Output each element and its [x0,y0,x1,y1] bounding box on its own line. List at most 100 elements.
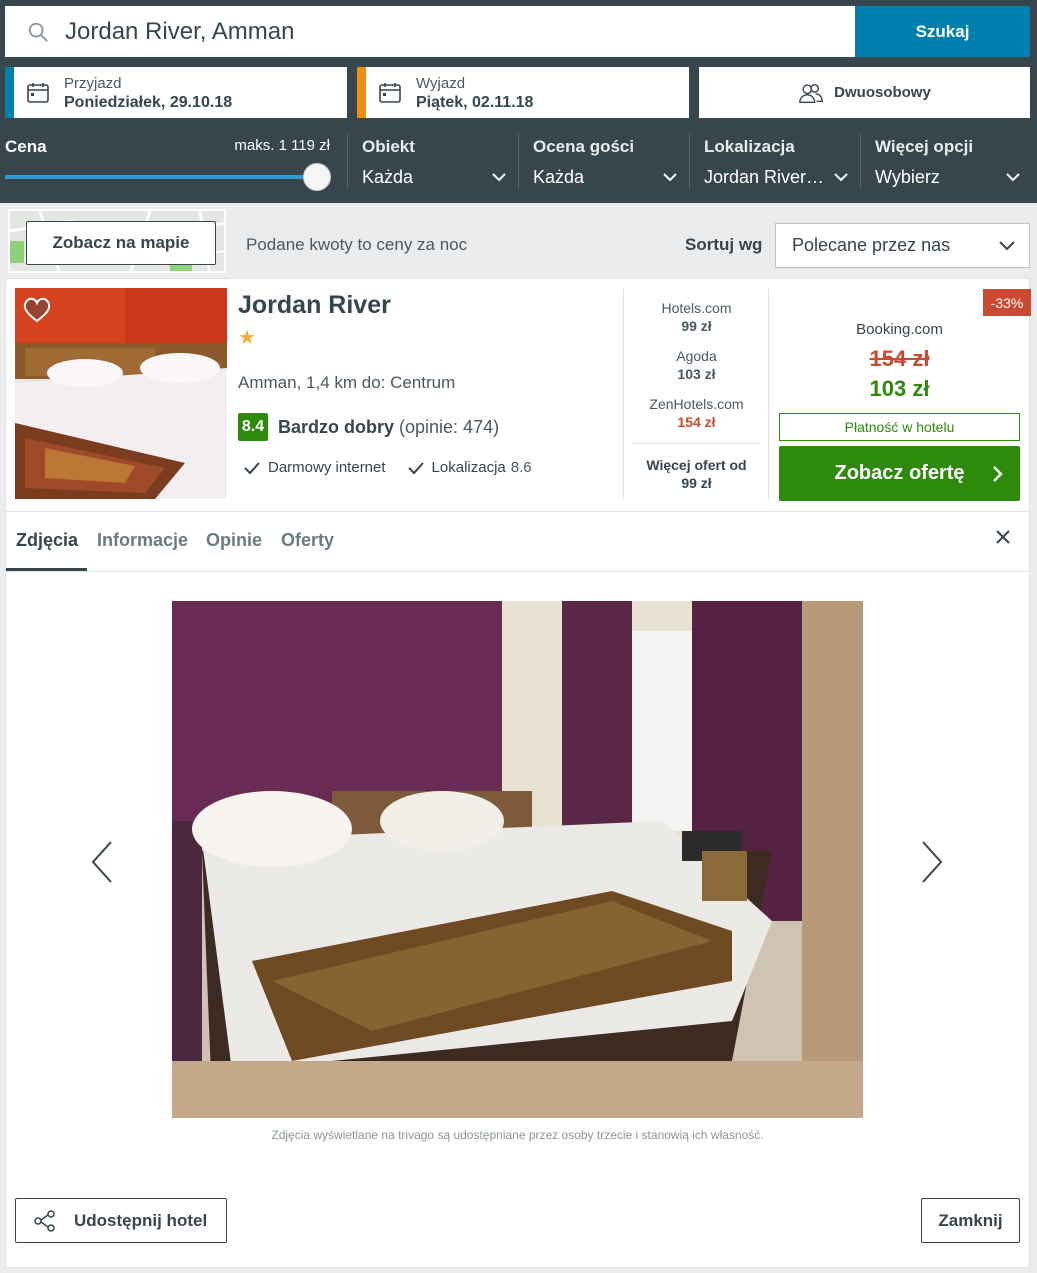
checkout-label: Wyjazd [416,74,466,92]
filter-more-options[interactable]: Więcej opcji Wybierz [860,133,1032,189]
tab-offers[interactable]: Oferty [281,530,334,551]
chevron-right-icon[interactable] [919,839,945,885]
share-hotel-button[interactable]: Udostępnij hotel [15,1198,227,1243]
detail-tabs: Zdjęcia Informacje Opinie Oferty [6,512,1029,572]
tab-info[interactable]: Informacje [97,530,188,551]
filter-value: Wybierz [875,167,1032,188]
rating-score-badge: 8.4 [238,413,268,441]
share-icon [34,1209,55,1232]
offer-price: 99 zł [681,318,712,334]
price-filter-max: maks. 1 119 zł [234,137,330,154]
filter-label: Lokalizacja [704,137,795,156]
filter-label: Więcej opcji [875,137,974,156]
check-icon [407,461,424,474]
search-header: Szukaj Przyjazd Poniedziałek, 29.10.18 W… [0,0,1037,203]
checkin-accent [5,67,14,118]
show-map-button[interactable]: Zobacz na mapie [26,221,216,265]
search-icon [28,22,48,42]
sort-bar: Zobacz na mapie Podane kwoty to ceny za … [5,208,1030,274]
checkin-text: Przyjazd Poniedziałek, 29.10.18 [64,74,232,112]
divider [768,289,769,499]
chevron-down-icon [1006,173,1020,182]
tab-photos[interactable]: Zdjęcia [16,530,78,551]
calendar-icon [27,82,49,103]
amenities-list: Darmowy internet Lokalizacja 8.6 [244,459,554,476]
star-rating: ★ [238,327,256,349]
room-type-button[interactable]: Dwuosobowy [699,67,1030,118]
offers-list: Hotels.com 99 zł Agoda 103 zł ZenHotels.… [634,299,759,443]
filter-label: Ocena gości [533,137,635,156]
filter-guest-rating[interactable]: Ocena gości Każda [518,133,689,189]
date-row: Przyjazd Poniedziałek, 29.10.18 Wyjazd P… [5,67,1030,118]
chevron-down-icon [663,173,677,182]
price-filter-label: Cena [5,137,47,156]
amenity-item: Darmowy internet [244,459,386,476]
sort-value: Polecane przez nas [792,235,951,255]
filter-bar: Cena maks. 1 119 zł Obiekt Każda Ocena g… [0,133,1037,193]
amenity-label: Lokalizacja [431,459,506,476]
photo-credit: Zdjęcia wyświetlane na trivago są udostę… [271,1128,764,1142]
filter-location[interactable]: Lokalizacja Jordan River… [689,133,860,189]
room-type-label: Dwuosobowy [834,84,931,101]
offer-item[interactable]: Agoda 103 zł [634,347,759,383]
offer-item[interactable]: ZenHotels.com 154 zł [634,395,759,431]
amenity-label: Darmowy internet [268,459,386,476]
gallery-photo[interactable] [172,601,863,1118]
heart-icon[interactable] [23,297,51,323]
divider [632,443,760,444]
amenity-value: 8.6 [510,459,532,476]
sort-select[interactable]: Polecane przez nas [775,223,1030,268]
chevron-down-icon [834,173,848,182]
search-row: Szukaj [5,6,1030,57]
map-thumbnail[interactable]: Zobacz na mapie [8,209,226,273]
chevron-down-icon [492,173,506,182]
view-deal-button[interactable]: Zobacz ofertę [779,446,1020,501]
offer-price: 103 zł [677,366,716,382]
price-slider-handle[interactable] [303,163,331,191]
share-hotel-label: Udostępnij hotel [74,1210,208,1230]
filter-property-type[interactable]: Obiekt Każda [347,133,518,189]
offer-price: 154 zł [677,414,716,430]
more-offers-link[interactable]: Więcej ofert od 99 zł [634,456,759,492]
chevron-down-icon [999,240,1015,250]
close-icon[interactable] [995,529,1011,545]
filter-value: Każda [533,167,689,188]
deal-price: 103 zł [869,376,930,401]
rating-count: (opinie: 474) [399,416,500,437]
divider [623,289,624,499]
checkout-field[interactable]: Wyjazd Piątek, 02.11.18 [357,67,689,118]
price-slider-track[interactable] [5,175,315,179]
guest-rating[interactable]: 8.4 Bardzo dobry (opinie: 474) [238,413,499,441]
hotel-card: Jordan River ★ Amman, 1,4 km do: Centrum… [5,278,1031,1268]
close-button[interactable]: Zamknij [921,1198,1020,1243]
sort-label: Sortuj wg [685,235,763,254]
checkout-accent [357,67,366,118]
old-price: 154 zł [869,346,930,371]
rating-word: Bardzo dobry [278,416,395,437]
checkin-field[interactable]: Przyjazd Poniedziałek, 29.10.18 [5,67,347,118]
offer-site: Hotels.com [661,300,732,316]
search-input[interactable] [65,17,765,46]
hotel-location[interactable]: Amman, 1,4 km do: Centrum [238,373,455,393]
room-photo [172,601,863,1118]
tab-reviews[interactable]: Opinie [206,530,262,551]
checkin-date: Poniedziałek, 29.10.18 [64,93,233,111]
search-button[interactable]: Szukaj [855,6,1030,57]
chevron-left-icon[interactable] [89,839,115,885]
offer-item[interactable]: Hotels.com 99 zł [634,299,759,335]
filter-value: Jordan River… [704,167,860,188]
checkout-date: Piątek, 02.11.18 [416,93,534,111]
check-icon [244,461,260,474]
active-tab-indicator [6,568,87,571]
calendar-icon [379,82,401,103]
hotel-name[interactable]: Jordan River [238,291,391,320]
search-box[interactable] [5,6,855,57]
chevron-right-icon [993,466,1003,482]
view-deal-label: Zobacz ofertę [834,462,965,484]
discount-badge: -33% [983,289,1031,316]
offer-site: Agoda [676,348,717,364]
deal-site: Booking.com [856,321,943,338]
offer-site: ZenHotels.com [649,396,744,412]
checkin-label: Przyjazd [64,74,122,92]
more-offers-price: 99 zł [681,475,712,491]
